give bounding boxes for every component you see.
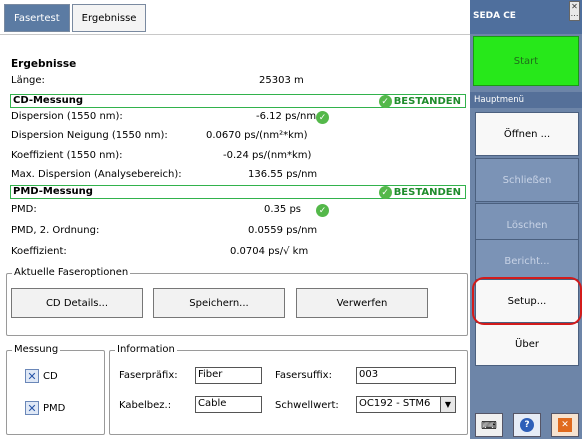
cd-row-maxdispersion: Max. Dispersion (Analysebereich): 136.55… bbox=[11, 169, 466, 185]
checkbox-x-icon: ✕ bbox=[25, 401, 39, 415]
cable-label: Kabelbez.: bbox=[119, 400, 172, 411]
dropdown-arrow-icon[interactable]: ▼ bbox=[440, 397, 455, 412]
check-icon: ✓ bbox=[316, 111, 329, 124]
report-button[interactable]: Bericht... bbox=[475, 239, 579, 283]
pmd-checkbox-label: PMD bbox=[43, 402, 66, 414]
pmd-row-second-order: PMD, 2. Ordnung: 0.0559 ps/nm bbox=[11, 225, 466, 241]
fiber-options-title: Aktuelle Faseroptionen bbox=[12, 267, 131, 278]
threshold-value: OC192 - STM6 bbox=[359, 398, 431, 409]
checkbox-x-icon: ✕ bbox=[25, 369, 39, 383]
right-panel: SEDA CE ✕ ⋯ Start Hauptmenü Öffnen ... Sc… bbox=[470, 0, 582, 439]
tab-fasertest[interactable]: Fasertest bbox=[4, 4, 70, 32]
check-icon: ✓ bbox=[378, 186, 392, 199]
fiber-prefix-input[interactable]: Fiber bbox=[195, 367, 262, 384]
pmd-status-label: BESTANDEN bbox=[393, 187, 461, 198]
tab-bar: Fasertest Ergebnisse bbox=[4, 4, 147, 32]
threshold-select[interactable]: OC192 - STM6 ▼ bbox=[356, 396, 456, 413]
pmd-coefficient-value: 0.0704 ps/√ km bbox=[230, 246, 309, 257]
discard-button[interactable]: Verwerfen bbox=[296, 288, 428, 318]
app-title: SEDA CE bbox=[473, 11, 516, 21]
cd-checkbox[interactable]: ✕ CD bbox=[25, 369, 58, 383]
cd-slope-label: Dispersion Neigung (1550 nm): bbox=[11, 130, 168, 141]
cd-dispersion-label: Dispersion (1550 nm): bbox=[11, 111, 123, 122]
tab-divider bbox=[0, 34, 470, 35]
cable-input[interactable]: Cable bbox=[195, 396, 262, 413]
right-panel-header: SEDA CE ✕ ⋯ bbox=[470, 0, 582, 34]
main-menu-header: Hauptmenü bbox=[470, 92, 582, 108]
close-button[interactable]: Schließen bbox=[475, 158, 579, 202]
start-button[interactable]: Start bbox=[473, 36, 579, 86]
cd-status-label: BESTANDEN bbox=[393, 96, 461, 107]
results-title: Ergebnisse bbox=[11, 58, 77, 70]
cd-maxdispersion-value: 136.55 ps/nm bbox=[248, 169, 318, 180]
length-row: Länge: 25303 m bbox=[11, 75, 466, 91]
pmd-coefficient-label: Koeffizient: bbox=[11, 246, 67, 257]
cd-section-title: CD-Messung bbox=[13, 95, 84, 106]
pmd-section-title: PMD-Messung bbox=[13, 186, 93, 197]
fiber-suffix-input[interactable]: 003 bbox=[356, 367, 456, 384]
exit-icon[interactable]: ✕ bbox=[551, 413, 579, 437]
pmd-row-coefficient: Koeffizient: 0.0704 ps/√ km bbox=[11, 246, 466, 262]
measurement-title: Messung bbox=[12, 344, 61, 355]
cd-row-dispersion: Dispersion (1550 nm): -6.12 ps/nm ✓ bbox=[11, 111, 466, 127]
cd-maxdispersion-label: Max. Dispersion (Analysebereich): bbox=[11, 169, 182, 180]
pmd-second-order-value: 0.0559 ps/nm bbox=[248, 225, 318, 236]
tab-ergebnisse[interactable]: Ergebnisse bbox=[71, 4, 147, 32]
threshold-label: Schwellwert: bbox=[275, 400, 339, 411]
about-button[interactable]: Über bbox=[475, 322, 579, 366]
length-label: Länge: bbox=[11, 75, 45, 86]
pmd-label: PMD: bbox=[11, 204, 37, 215]
keyboard-icon[interactable]: ⌨ bbox=[475, 413, 503, 437]
measurement-group: Messung ✕ CD ✕ PMD bbox=[6, 344, 105, 435]
close-icon[interactable]: ✕ ⋯ bbox=[569, 1, 580, 21]
fiber-options-group: Aktuelle Faseroptionen CD Details... Spe… bbox=[6, 267, 468, 336]
cd-row-slope: Dispersion Neigung (1550 nm): 0.0670 ps/… bbox=[11, 130, 466, 146]
pmd-value: 0.35 ps bbox=[264, 204, 302, 215]
information-title: Information bbox=[115, 344, 177, 355]
pmd-row-pmd: PMD: 0.35 ps ✓ bbox=[11, 204, 466, 220]
cd-details-button[interactable]: CD Details... bbox=[11, 288, 143, 318]
cd-coefficient-label: Koeffizient (1550 nm): bbox=[11, 150, 123, 161]
save-button[interactable]: Speichern... bbox=[153, 288, 285, 318]
cd-section-header: CD-Messung ✓ BESTANDEN bbox=[10, 94, 466, 108]
pmd-status: ✓ BESTANDEN bbox=[378, 186, 461, 199]
cd-dispersion-value: -6.12 ps/nm bbox=[256, 111, 317, 122]
cd-status: ✓ BESTANDEN bbox=[378, 95, 461, 108]
cd-row-coefficient: Koeffizient (1550 nm): -0.24 ps/(nm*km) bbox=[11, 150, 466, 166]
length-value: 25303 m bbox=[259, 75, 304, 86]
check-icon: ✓ bbox=[378, 95, 392, 108]
cd-coefficient-value: -0.24 ps/(nm*km) bbox=[223, 150, 312, 161]
check-icon: ✓ bbox=[316, 204, 329, 217]
fiber-suffix-label: Fasersuffix: bbox=[275, 370, 332, 381]
help-icon[interactable]: ? bbox=[513, 413, 541, 437]
setup-button[interactable]: Setup... bbox=[475, 279, 579, 323]
pmd-second-order-label: PMD, 2. Ordnung: bbox=[11, 225, 100, 236]
fiber-prefix-label: Faserpräfix: bbox=[119, 370, 178, 381]
pmd-section-header: PMD-Messung ✓ BESTANDEN bbox=[10, 185, 466, 199]
information-group: Information Faserpräfix: Fiber Fasersuff… bbox=[109, 344, 468, 435]
open-button[interactable]: Öffnen ... bbox=[475, 112, 579, 156]
pmd-checkbox[interactable]: ✕ PMD bbox=[25, 401, 65, 415]
cd-slope-value: 0.0670 ps/(nm²*km) bbox=[206, 130, 308, 141]
cd-checkbox-label: CD bbox=[43, 370, 58, 382]
